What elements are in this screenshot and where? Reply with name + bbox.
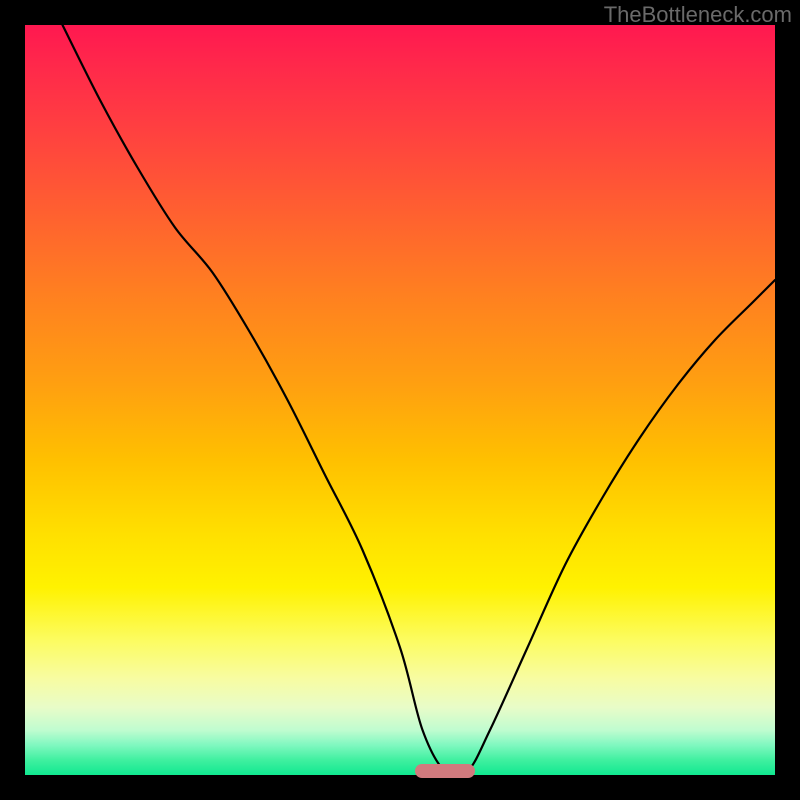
chart-canvas: TheBottleneck.com xyxy=(0,0,800,800)
curve-svg xyxy=(25,25,775,775)
plot-area xyxy=(25,25,775,775)
bottleneck-curve xyxy=(63,25,776,776)
optimal-range-marker xyxy=(415,764,475,778)
